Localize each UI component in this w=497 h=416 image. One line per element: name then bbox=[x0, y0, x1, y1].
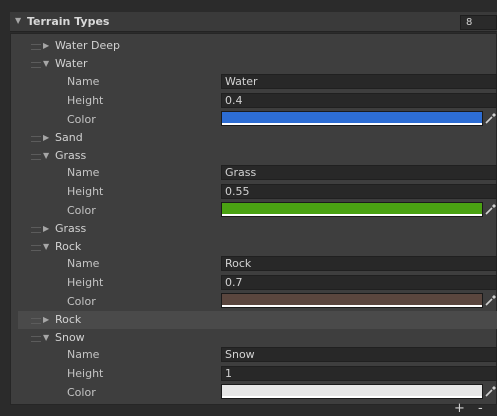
name-label: Name bbox=[67, 257, 100, 270]
color-field[interactable] bbox=[221, 111, 483, 126]
drag-handle-icon[interactable] bbox=[31, 336, 41, 342]
color-label: Color bbox=[67, 204, 96, 217]
expanded-arrow-icon[interactable]: ▼ bbox=[43, 59, 49, 68]
height-label: Height bbox=[67, 185, 104, 198]
color-label: Color bbox=[67, 386, 96, 399]
array-size-field[interactable]: 8 bbox=[460, 15, 497, 30]
element-label: Water bbox=[55, 57, 88, 70]
color-field[interactable] bbox=[221, 202, 483, 217]
terrain-types-foldout[interactable]: ▼ Terrain Types bbox=[10, 12, 497, 32]
drag-handle-icon[interactable] bbox=[31, 227, 41, 233]
element-label: Rock bbox=[55, 313, 82, 326]
collapsed-arrow-icon[interactable]: ▶ bbox=[43, 315, 49, 324]
list-element-rock-2[interactable]: ▶ Rock bbox=[18, 311, 497, 329]
name-label: Name bbox=[67, 348, 100, 361]
name-field[interactable]: Water bbox=[221, 74, 497, 89]
list-element-grass-2[interactable]: ▶ Grass bbox=[18, 220, 497, 238]
height-field[interactable]: 1 bbox=[221, 366, 497, 381]
element-label: Snow bbox=[55, 331, 85, 344]
eyedropper-icon[interactable] bbox=[484, 294, 497, 307]
color-field[interactable] bbox=[221, 293, 483, 308]
list-element-snow[interactable]: ▼ Snow bbox=[18, 329, 497, 347]
drag-handle-icon[interactable] bbox=[31, 245, 41, 251]
eyedropper-icon[interactable] bbox=[484, 112, 497, 125]
drag-handle-icon[interactable] bbox=[31, 44, 41, 50]
color-field[interactable] bbox=[221, 384, 483, 399]
expanded-arrow-icon[interactable]: ▼ bbox=[43, 151, 49, 160]
drag-handle-icon[interactable] bbox=[31, 154, 41, 160]
color-label: Color bbox=[67, 295, 96, 308]
list-element-grass[interactable]: ▼ Grass bbox=[18, 147, 497, 165]
color-label: Color bbox=[67, 113, 96, 126]
eyedropper-icon[interactable] bbox=[484, 203, 497, 216]
element-label: Grass bbox=[55, 222, 87, 235]
height-field[interactable]: 0.55 bbox=[221, 184, 497, 199]
height-field[interactable]: 0.7 bbox=[221, 275, 497, 290]
height-label: Height bbox=[67, 94, 104, 107]
remove-element-button[interactable]: - bbox=[478, 402, 483, 415]
list-element-water[interactable]: ▼ Water bbox=[18, 55, 497, 73]
eyedropper-icon[interactable] bbox=[484, 385, 497, 398]
height-field[interactable]: 0.4 bbox=[221, 93, 497, 108]
name-field[interactable]: Grass bbox=[221, 165, 497, 180]
name-label: Name bbox=[67, 75, 100, 88]
terrain-types-title: Terrain Types bbox=[27, 15, 110, 28]
drag-handle-icon[interactable] bbox=[31, 318, 41, 324]
element-label: Water Deep bbox=[55, 39, 121, 52]
height-label: Height bbox=[67, 367, 104, 380]
list-element-water-deep[interactable]: ▶ Water Deep bbox=[18, 37, 497, 55]
add-element-button[interactable]: + bbox=[454, 402, 465, 415]
drag-handle-icon[interactable] bbox=[31, 62, 41, 68]
expanded-arrow-icon[interactable]: ▼ bbox=[43, 242, 49, 251]
name-label: Name bbox=[67, 166, 100, 179]
name-field[interactable]: Snow bbox=[221, 347, 497, 362]
expanded-arrow-icon[interactable]: ▼ bbox=[43, 333, 49, 342]
collapsed-arrow-icon[interactable]: ▶ bbox=[43, 133, 49, 142]
name-field[interactable]: Rock bbox=[221, 256, 497, 271]
element-label: Rock bbox=[55, 240, 82, 253]
list-element-sand[interactable]: ▶ Sand bbox=[18, 129, 497, 147]
collapsed-arrow-icon[interactable]: ▶ bbox=[43, 224, 49, 233]
drag-handle-icon[interactable] bbox=[31, 136, 41, 142]
list-element-rock[interactable]: ▼ Rock bbox=[18, 238, 497, 256]
collapsed-arrow-icon[interactable]: ▶ bbox=[43, 41, 49, 50]
foldout-arrow-icon[interactable]: ▼ bbox=[15, 16, 21, 25]
height-label: Height bbox=[67, 276, 104, 289]
element-label: Sand bbox=[55, 131, 83, 144]
element-label: Grass bbox=[55, 149, 87, 162]
